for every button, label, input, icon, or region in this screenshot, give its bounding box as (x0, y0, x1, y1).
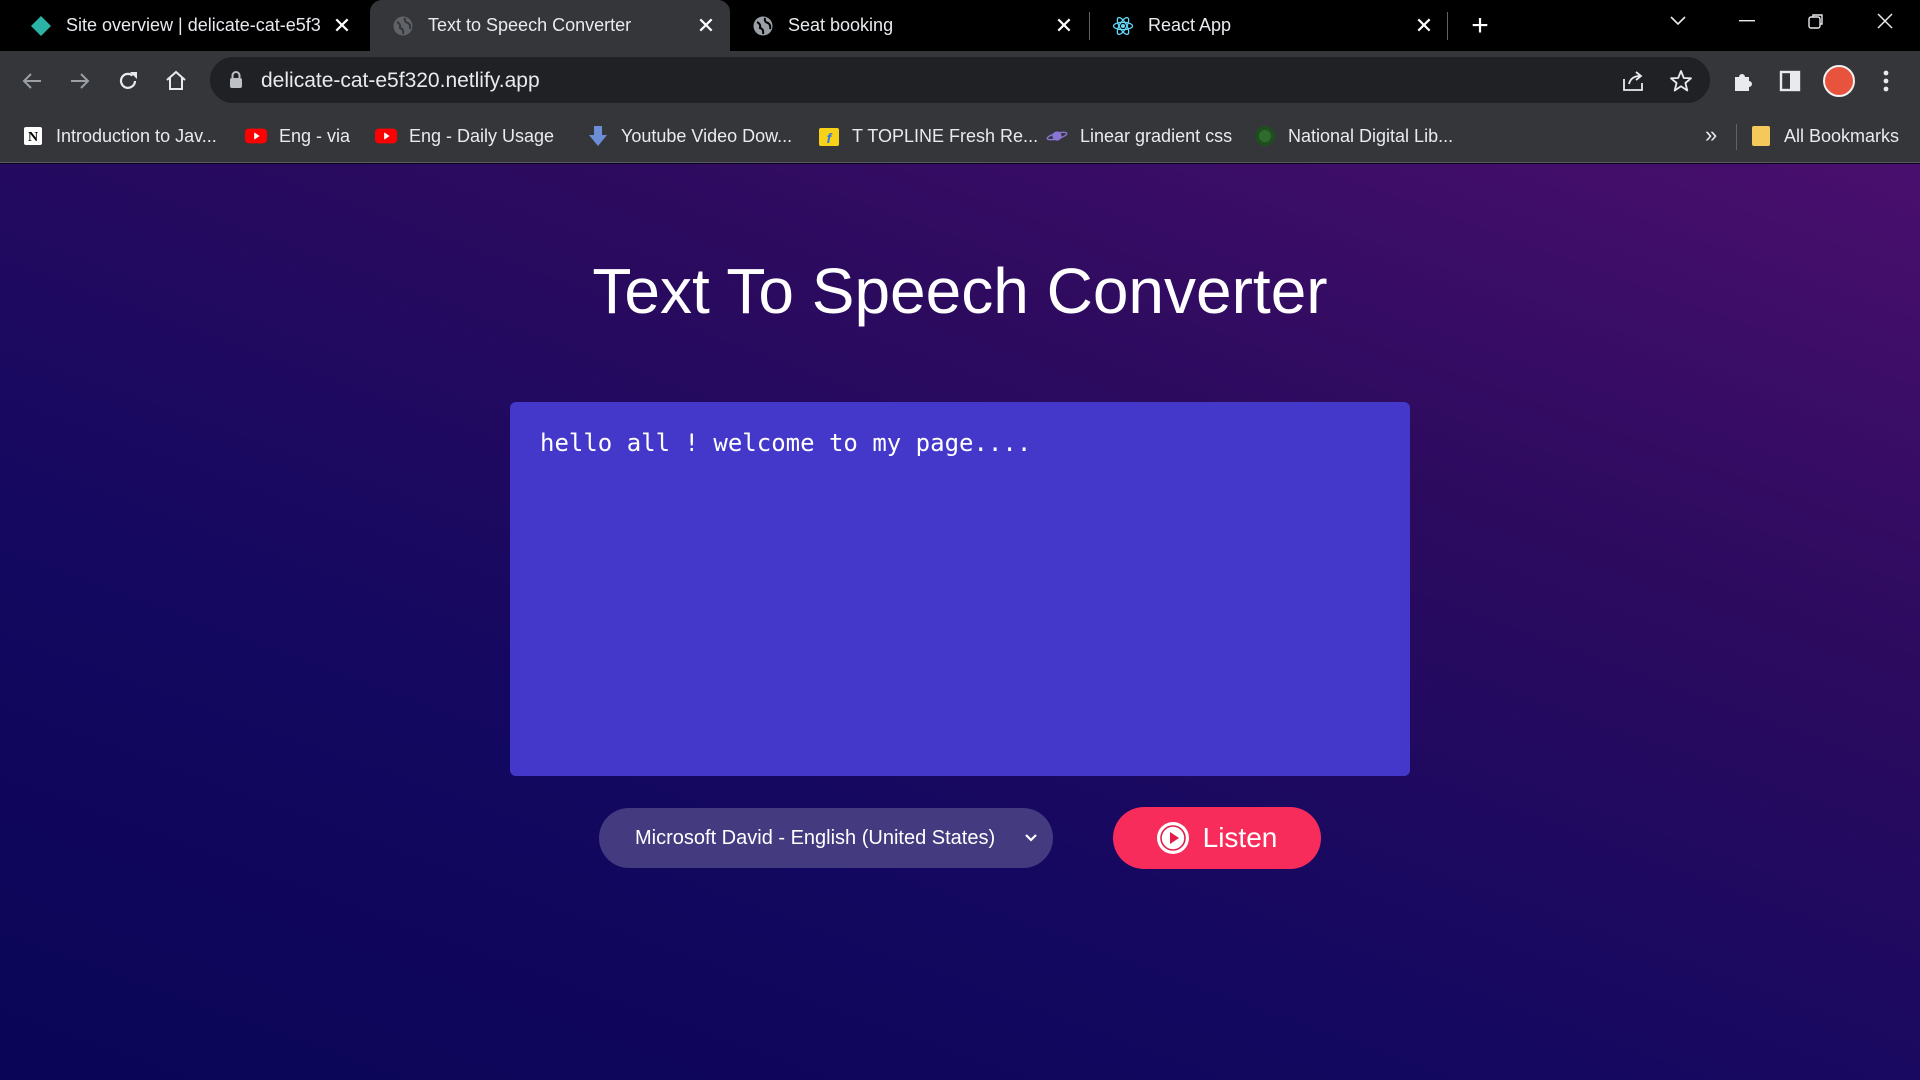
bookmark-item[interactable]: Eng - via (245, 110, 350, 162)
tab-title: React App (1148, 15, 1232, 35)
play-icon (1156, 822, 1189, 854)
bookmark-item[interactable]: N Introduction to Jav... (22, 110, 217, 162)
page-title: Text To Speech Converter (592, 255, 1328, 327)
browser-toolbar: delicate-cat-e5f320.netlify.app (0, 51, 1920, 110)
reload-icon[interactable] (110, 63, 146, 99)
profile-avatar[interactable] (1823, 65, 1855, 97)
voice-select[interactable]: Microsoft David - English (United States… (599, 808, 1053, 868)
extensions-puzzle-icon[interactable] (1729, 67, 1757, 95)
bookmark-item[interactable]: Eng - Daily Usage (375, 110, 554, 162)
bookmark-item[interactable]: Linear gradient css (1046, 110, 1232, 162)
bookmark-item[interactable]: f T TOPLINE Fresh Re... (818, 110, 1038, 162)
restore-window-icon[interactable] (1784, 0, 1848, 42)
bookmark-label: T TOPLINE Fresh Re... (852, 125, 1039, 146)
bookmark-item[interactable]: Youtube Video Dow... (587, 110, 792, 162)
youtube-icon (375, 125, 397, 147)
netlify-diamond-icon (30, 15, 52, 37)
page-content: Text To Speech Converter hello all ! wel… (0, 164, 1920, 1080)
all-bookmarks-button[interactable]: All Bookmarks (1750, 110, 1899, 162)
listen-button[interactable]: Listen (1113, 807, 1321, 869)
tab-text-to-speech[interactable]: Text to Speech Converter ✕ (370, 0, 730, 51)
side-panel-icon[interactable] (1776, 67, 1804, 95)
minimize-window-icon[interactable] (1715, 0, 1779, 42)
ndl-icon (1254, 125, 1276, 147)
chevron-down-icon (1023, 828, 1039, 854)
back-arrow-icon[interactable] (14, 63, 50, 99)
kebab-menu-icon[interactable] (1872, 67, 1900, 95)
bookmark-label: National Digital Lib... (1288, 125, 1454, 146)
bookmarks-separator (1736, 124, 1737, 150)
listen-label: Listen (1202, 822, 1278, 853)
bookmark-star-icon[interactable] (1668, 68, 1694, 94)
react-atom-icon (1112, 15, 1134, 37)
all-bookmarks-label: All Bookmarks (1784, 125, 1900, 146)
close-tab-icon[interactable]: ✕ (692, 12, 720, 40)
share-icon[interactable] (1620, 68, 1646, 94)
tab-search-chevron-icon[interactable] (1646, 0, 1710, 42)
tab-separator (1447, 12, 1448, 40)
bookmark-label: Eng - via (279, 125, 351, 146)
folder-icon (1750, 125, 1772, 147)
new-tab-button[interactable]: + (1464, 9, 1496, 42)
voice-selected-value: Microsoft David - English (United States… (635, 826, 996, 849)
forward-arrow-icon[interactable] (62, 63, 98, 99)
tab-site-overview[interactable]: Site overview | delicate-cat-e5f3 ✕ (8, 0, 366, 51)
flipkart-icon: f (818, 125, 840, 147)
lock-icon[interactable] (228, 70, 244, 95)
home-icon[interactable] (158, 63, 194, 99)
tab-react-app[interactable]: React App ✕ (1090, 0, 1448, 51)
close-window-icon[interactable] (1853, 0, 1917, 42)
tab-title: Seat booking (788, 15, 894, 35)
bookmarks-overflow-button[interactable]: » (1705, 122, 1717, 148)
address-bar[interactable]: delicate-cat-e5f320.netlify.app (210, 57, 1710, 103)
globe-icon (752, 15, 774, 37)
download-arrow-icon (587, 125, 609, 147)
tab-title: Text to Speech Converter (428, 15, 632, 35)
notion-icon: N (22, 125, 44, 147)
youtube-icon (245, 125, 267, 147)
bookmark-label: Introduction to Jav... (56, 125, 217, 146)
bookmark-item[interactable]: National Digital Lib... (1254, 110, 1453, 162)
bookmark-label: Youtube Video Dow... (621, 125, 793, 146)
browser-tab-strip: Site overview | delicate-cat-e5f3 ✕ Text… (0, 0, 1920, 51)
globe-icon (392, 15, 414, 37)
close-tab-icon[interactable]: ✕ (1050, 12, 1078, 40)
bookmarks-bar: N Introduction to Jav... Eng - via Eng -… (0, 110, 1920, 163)
speech-text-input[interactable]: hello all ! welcome to my page.... (510, 402, 1410, 776)
close-tab-icon[interactable]: ✕ (1410, 12, 1438, 40)
url-text: delicate-cat-e5f320.netlify.app (261, 69, 540, 92)
tab-title: Site overview | delicate-cat-e5f3 (66, 15, 321, 35)
tab-seat-booking[interactable]: Seat booking ✕ (730, 0, 1088, 51)
bookmark-label: Linear gradient css (1080, 125, 1233, 146)
svg-text:N: N (28, 130, 38, 145)
close-tab-icon[interactable]: ✕ (328, 12, 356, 40)
planet-icon (1046, 125, 1068, 147)
bookmark-label: Eng - Daily Usage (409, 125, 555, 146)
